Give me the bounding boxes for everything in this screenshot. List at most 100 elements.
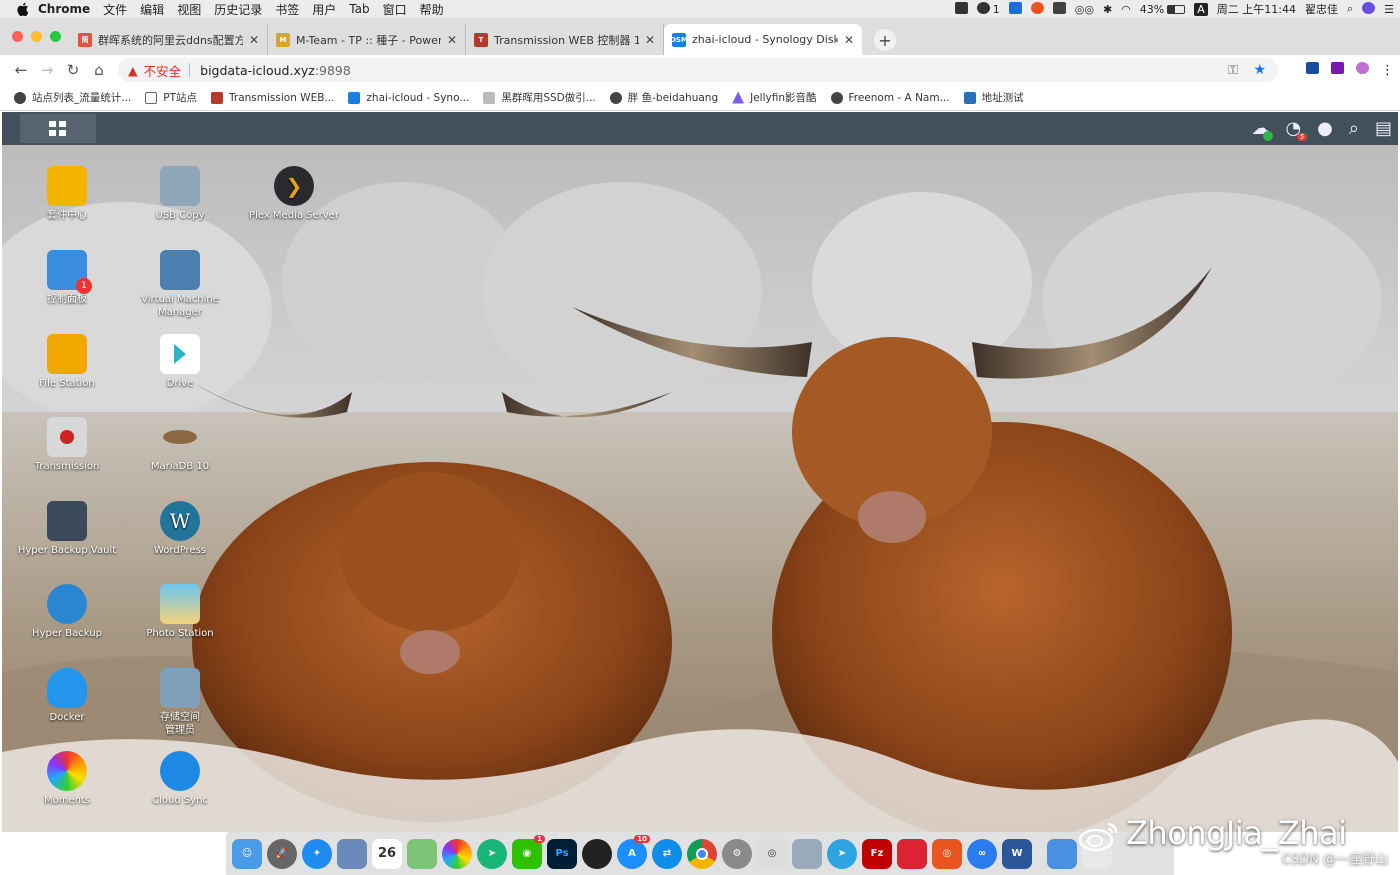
- wechat-status-icon[interactable]: [976, 1, 990, 17]
- url-port[interactable]: :9898: [315, 63, 351, 78]
- bookmark-extension-icon[interactable]: [1306, 62, 1319, 78]
- telegram-icon[interactable]: ➤: [827, 838, 857, 869]
- desktop-icon-photo-station[interactable]: Photo Station: [123, 584, 237, 640]
- desktop-icon-package-center[interactable]: 套件中心: [10, 166, 124, 222]
- desktop-icon-drive[interactable]: Drive: [123, 334, 237, 390]
- desktop-icon-file-station[interactable]: File Station: [10, 334, 124, 390]
- clock[interactable]: 周二 上午11:44: [1217, 1, 1296, 17]
- desktop-icon-cloud-sync[interactable]: Cloud Sync: [123, 751, 237, 807]
- calendar-icon[interactable]: 26: [372, 838, 402, 869]
- bookmark-synology[interactable]: zhai-icloud - Syno...: [348, 91, 469, 104]
- word-icon[interactable]: W: [1002, 838, 1032, 869]
- app-store-icon[interactable]: A 10: [617, 834, 650, 869]
- onenote-extension-icon[interactable]: [1331, 62, 1344, 78]
- photos-icon[interactable]: [442, 838, 472, 869]
- new-tab-button[interactable]: +: [874, 29, 896, 51]
- menu-help[interactable]: 帮助: [420, 1, 444, 18]
- launchpad-icon[interactable]: 🚀: [267, 838, 297, 869]
- desktop-icon-hyper-backup-vault[interactable]: Hyper Backup Vault: [10, 501, 124, 557]
- bookmark-site-list[interactable]: 站点列表_流量统计...: [14, 90, 131, 105]
- user-name[interactable]: 翟忠佳: [1305, 1, 1338, 17]
- filezilla-icon[interactable]: Fz: [862, 838, 892, 869]
- baidu-netdisk-icon[interactable]: ∞: [967, 838, 997, 869]
- warning-icon[interactable]: ▲: [128, 63, 138, 78]
- tab-ddns-article[interactable]: 简 群晖系统的阿里云ddns配置方法 ✕: [70, 24, 268, 55]
- user-options-icon[interactable]: ●: [1317, 118, 1333, 139]
- bookmark-transmission[interactable]: Transmission WEB...: [211, 91, 334, 104]
- bookmark-jellyfin[interactable]: Jellyfin影音酷: [732, 90, 817, 105]
- tab-close-icon[interactable]: ✕: [249, 33, 259, 47]
- photoshop-icon[interactable]: Ps: [547, 838, 577, 869]
- menu-file[interactable]: 文件: [103, 1, 127, 18]
- main-menu-button[interactable]: [20, 114, 96, 143]
- security-label[interactable]: 不安全: [144, 61, 182, 80]
- menu-people[interactable]: 用户: [312, 1, 336, 18]
- search-icon[interactable]: ⌕: [1349, 118, 1359, 139]
- ubuntu-icon[interactable]: ◎: [932, 838, 962, 869]
- menu-window[interactable]: 窗口: [383, 1, 407, 18]
- wechat-icon[interactable]: ◉ 1: [512, 834, 545, 869]
- bookmark-freenom[interactable]: Freenom - A Nam...: [830, 91, 950, 104]
- chrome-icon[interactable]: [687, 838, 717, 869]
- bookmark-ssd-guide[interactable]: 黑群晖用SSD做引...: [483, 90, 596, 105]
- menu-history[interactable]: 历史记录: [214, 1, 262, 18]
- home-icon[interactable]: ⌂: [86, 61, 112, 79]
- tab-transmission[interactable]: T Transmission WEB 控制器 1.6.0 ✕: [466, 24, 664, 55]
- desktop-icon-transmission[interactable]: Transmission: [10, 417, 124, 473]
- desktop-icon-virtual-machine-manager[interactable]: Virtual Machine Manager: [123, 250, 237, 319]
- image-capture-icon[interactable]: [792, 838, 822, 869]
- tab-close-icon[interactable]: ✕: [447, 33, 457, 47]
- url-host[interactable]: bigdata-icloud.xyz: [200, 63, 315, 78]
- bookmark-address-test[interactable]: 地址测试: [963, 90, 1024, 105]
- bluetooth-status-icon[interactable]: ✱: [1103, 3, 1112, 16]
- send-app-icon[interactable]: ➤: [477, 838, 507, 869]
- forward-icon[interactable]: →: [34, 61, 60, 79]
- safari-icon[interactable]: ✦: [302, 838, 332, 869]
- zoom-window-icon[interactable]: [50, 31, 61, 42]
- reload-icon[interactable]: ↻: [60, 61, 86, 79]
- bookmark-beidahuang[interactable]: 胖 鱼-beidahuang: [609, 90, 718, 105]
- system-preferences-icon[interactable]: ⚙: [722, 838, 752, 869]
- desktop-icon-plex[interactable]: ❯ Plex Media Server: [237, 166, 351, 222]
- finder-icon[interactable]: ☺: [232, 838, 262, 869]
- notification-center-icon[interactable]: ☰: [1384, 3, 1394, 16]
- menu-tab[interactable]: Tab: [349, 2, 369, 16]
- downloads-stack-icon[interactable]: [1047, 838, 1077, 869]
- desktop-icon-wordpress[interactable]: W WordPress: [123, 501, 237, 557]
- desktop-icon-control-panel[interactable]: 1 控制面板: [10, 250, 124, 306]
- desktop-icon-moments[interactable]: Moments: [10, 751, 124, 807]
- tab-synology[interactable]: DSM zhai-icloud - Synology DiskStation ✕: [664, 24, 862, 55]
- chrome-menu-icon[interactable]: ⋮: [1381, 63, 1394, 78]
- notification-status-icon[interactable]: [1052, 1, 1066, 17]
- profile-avatar-icon[interactable]: [1356, 62, 1369, 78]
- cloud-status-icon[interactable]: ☁: [1251, 118, 1274, 141]
- wifi-status-icon[interactable]: ◠: [1121, 3, 1131, 16]
- glasses-status-icon[interactable]: ◎◎: [1075, 3, 1094, 16]
- tab-close-icon[interactable]: ✕: [645, 33, 655, 47]
- infuse-icon[interactable]: [582, 838, 612, 869]
- spotlight-icon[interactable]: ⌕: [1347, 2, 1353, 16]
- tab-close-icon[interactable]: ✕: [844, 33, 854, 47]
- teamviewer-icon[interactable]: ⇄: [652, 838, 682, 869]
- apple-menu-icon[interactable]: [16, 2, 30, 16]
- bookmark-pt-folder[interactable]: PT站点: [145, 90, 197, 105]
- address-bar[interactable]: ▲ 不安全 bigdata-icloud.xyz :9898 ⚿ ★: [118, 58, 1278, 82]
- menu-view[interactable]: 视图: [177, 1, 201, 18]
- menu-app-name[interactable]: Chrome: [38, 2, 90, 16]
- menu-edit[interactable]: 编辑: [140, 1, 164, 18]
- minimize-window-icon[interactable]: [31, 31, 42, 42]
- menu-bookmarks[interactable]: 书签: [275, 1, 299, 18]
- battery-icon[interactable]: [1167, 3, 1186, 16]
- input-method-indicator[interactable]: A: [1194, 2, 1208, 16]
- tab-m-team[interactable]: M M-Team - TP :: 種子 - Powered ✕: [268, 24, 466, 55]
- remote-desktop-icon[interactable]: [897, 838, 927, 869]
- siri-icon[interactable]: [1362, 1, 1376, 17]
- send-status-icon[interactable]: [954, 1, 968, 17]
- desktop-icon-hyper-backup[interactable]: Hyper Backup: [10, 584, 124, 640]
- screenshot-icon[interactable]: ◎: [757, 838, 787, 869]
- maps-icon[interactable]: [407, 838, 437, 869]
- desktop-icon-docker[interactable]: Docker: [10, 668, 124, 724]
- widgets-icon[interactable]: ▤: [1375, 118, 1392, 139]
- notifications-icon[interactable]: ◔ 5: [1285, 118, 1308, 141]
- bookmark-star-icon[interactable]: ★: [1253, 62, 1266, 78]
